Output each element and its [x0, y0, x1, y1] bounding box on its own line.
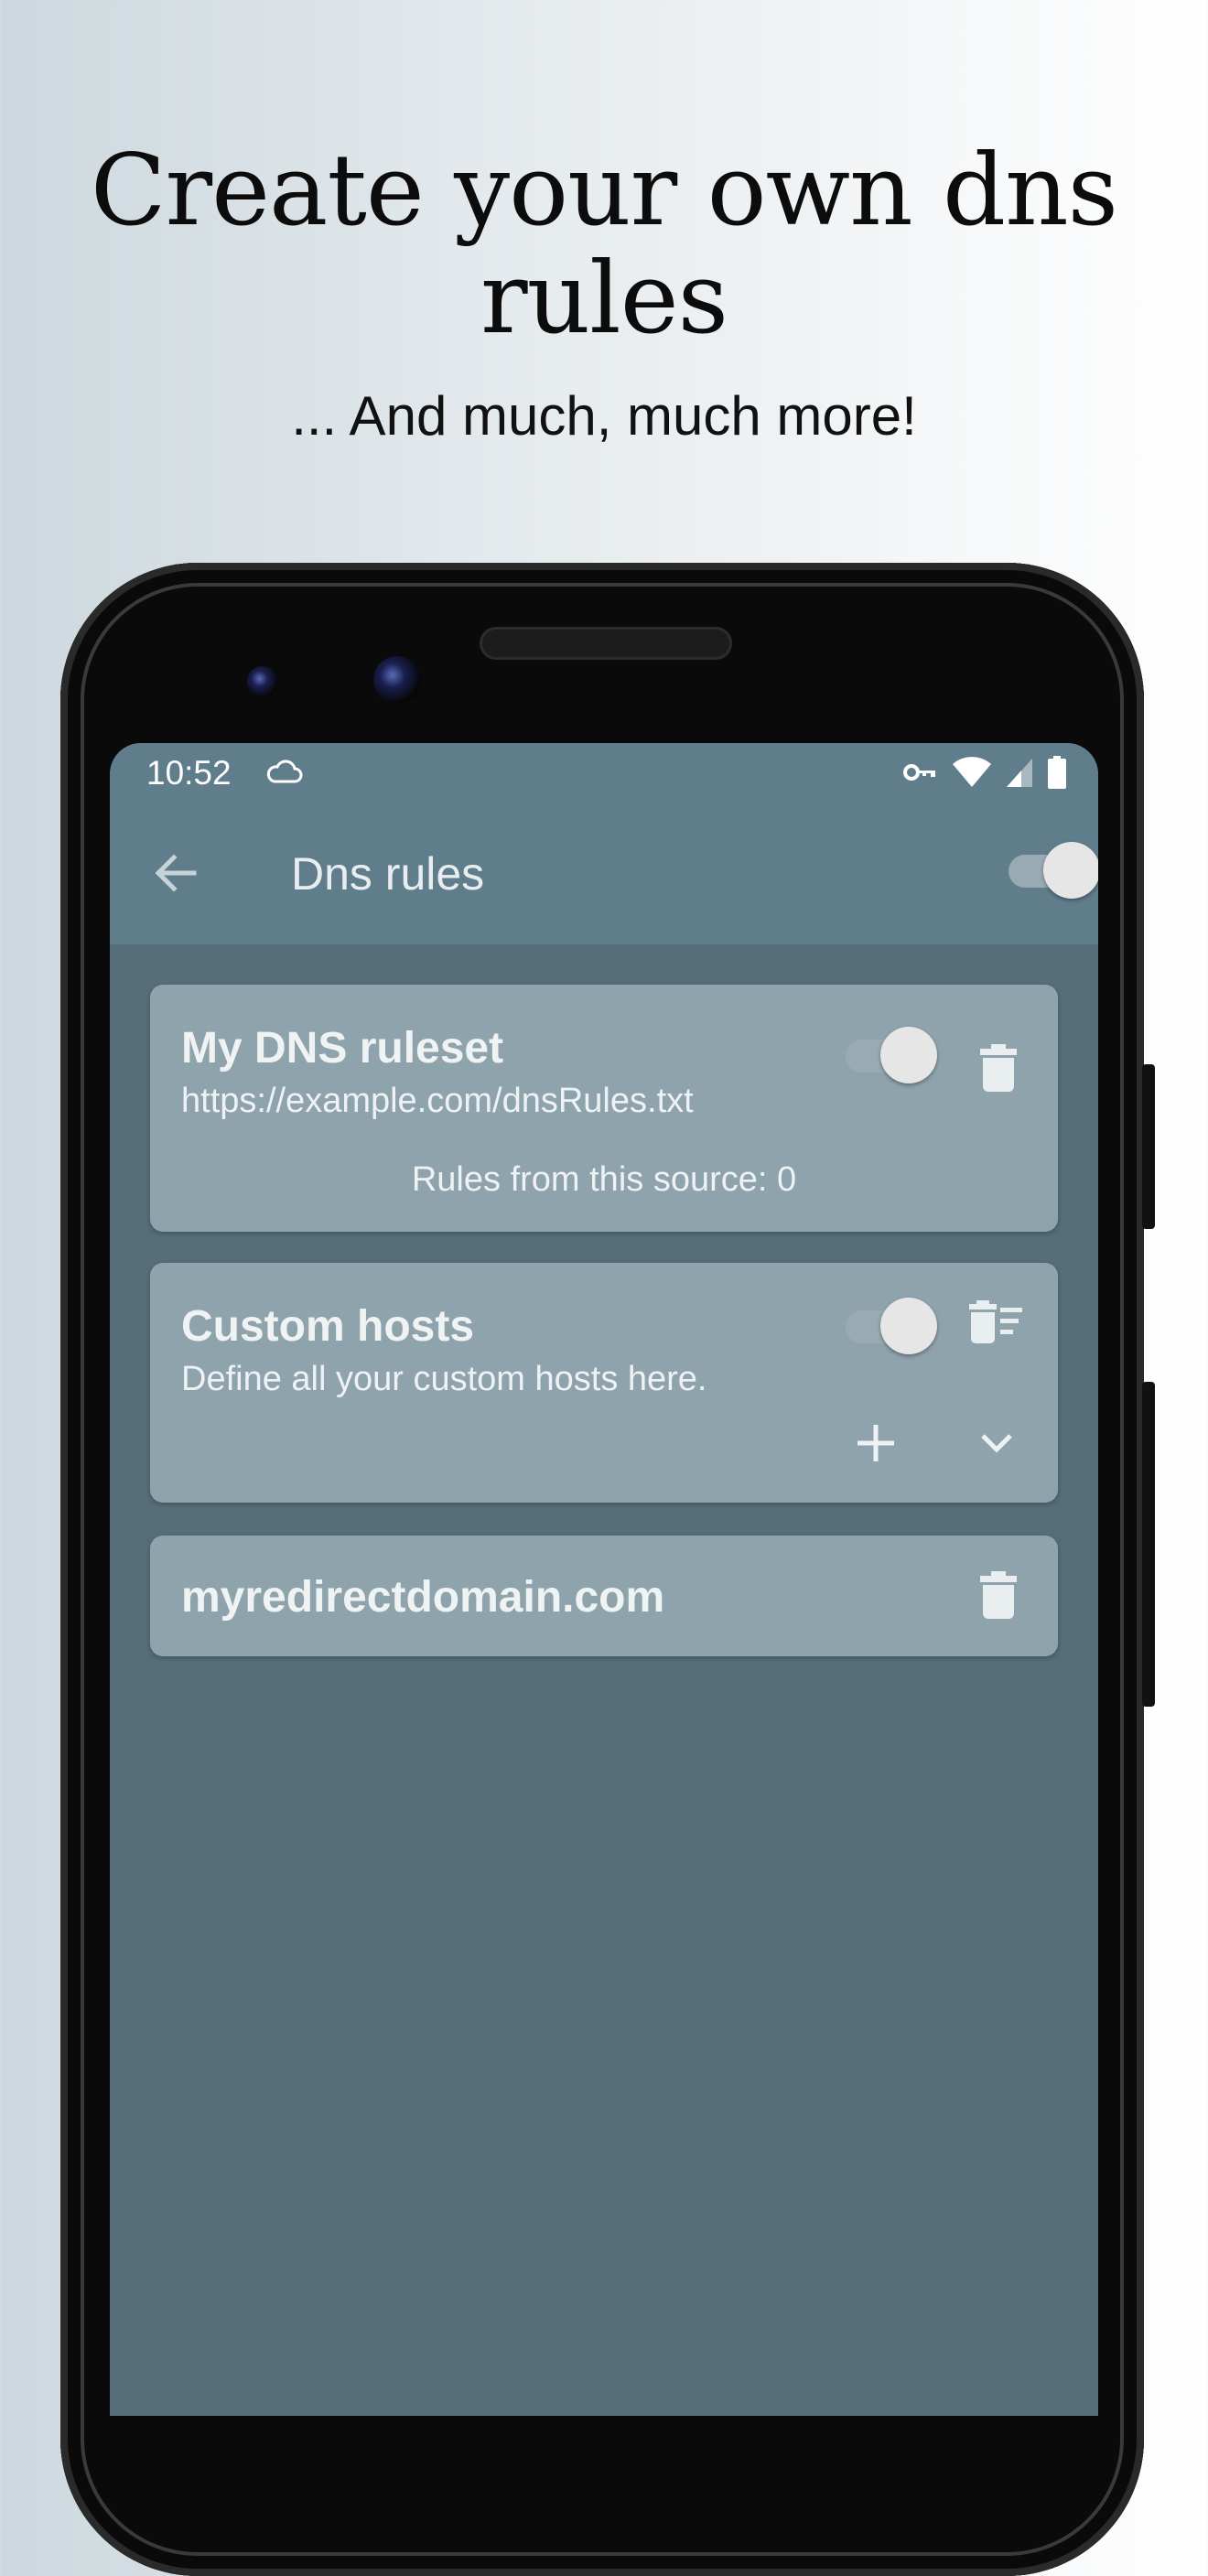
- expand-hosts-button[interactable]: [965, 1411, 1029, 1475]
- promo-headline: Create your own dns rules: [0, 137, 1208, 353]
- custom-hosts-title: Custom hosts: [181, 1302, 475, 1351]
- host-entry-card[interactable]: myredirectdomain.com: [150, 1536, 1058, 1656]
- ruleset-delete-button[interactable]: [966, 1036, 1030, 1100]
- host-entry-delete-button[interactable]: [966, 1563, 1030, 1627]
- chevron-down-icon: [981, 1434, 1012, 1453]
- add-host-button[interactable]: [844, 1411, 908, 1475]
- delete-icon: [980, 1571, 1017, 1619]
- host-entry-domain: myredirectdomain.com: [181, 1573, 665, 1622]
- status-time: 10:52: [146, 754, 232, 792]
- switch-thumb: [880, 1298, 937, 1354]
- promo-subline: ... And much, much more!: [291, 385, 917, 447]
- ruleset-title: My DNS ruleset: [181, 1024, 504, 1072]
- phone-speaker: [480, 627, 732, 660]
- vpn-key-icon: [903, 764, 935, 781]
- add-icon: [857, 1425, 894, 1461]
- phone-sensor: [247, 666, 278, 697]
- ruleset-rule-count: Rules from this source: 0: [411, 1160, 797, 1199]
- status-bar: 10:52: [110, 743, 1098, 802]
- promo-headline-line2: rules: [480, 242, 728, 356]
- delete-icon: [980, 1044, 1017, 1092]
- phone-camera: [373, 656, 421, 704]
- app-bar: Dns rules: [110, 802, 1098, 944]
- switch-thumb: [880, 1027, 937, 1083]
- custom-hosts-card[interactable]: Custom hosts Define all your custom host…: [150, 1263, 1058, 1503]
- wifi-icon: [953, 757, 991, 787]
- arrow-back-icon[interactable]: [146, 844, 205, 902]
- signal-icon: [1007, 759, 1032, 787]
- navigation-bar-hint: [110, 2398, 1098, 2416]
- ruleset-card[interactable]: My DNS ruleset https://example.com/dnsRu…: [150, 985, 1058, 1232]
- app-screen: 10:52 Dns rules My DNS ruleset https://e…: [110, 743, 1098, 2416]
- switch-thumb: [1043, 842, 1098, 899]
- status-icons: [902, 756, 1067, 789]
- phone-volume-button: [1142, 1382, 1155, 1707]
- page-title: Dns rules: [291, 848, 485, 900]
- delete-sweep-icon: [969, 1300, 1022, 1343]
- clear-custom-hosts-button[interactable]: [955, 1290, 1038, 1354]
- ruleset-url: https://example.com/dnsRules.txt: [181, 1082, 694, 1120]
- promo-headline-line1: Create your own dns: [90, 134, 1118, 248]
- custom-hosts-description: Define all your custom hosts here.: [181, 1360, 707, 1398]
- battery-icon: [1048, 756, 1066, 789]
- cloud-icon: [266, 760, 303, 783]
- phone-power-button: [1142, 1064, 1155, 1229]
